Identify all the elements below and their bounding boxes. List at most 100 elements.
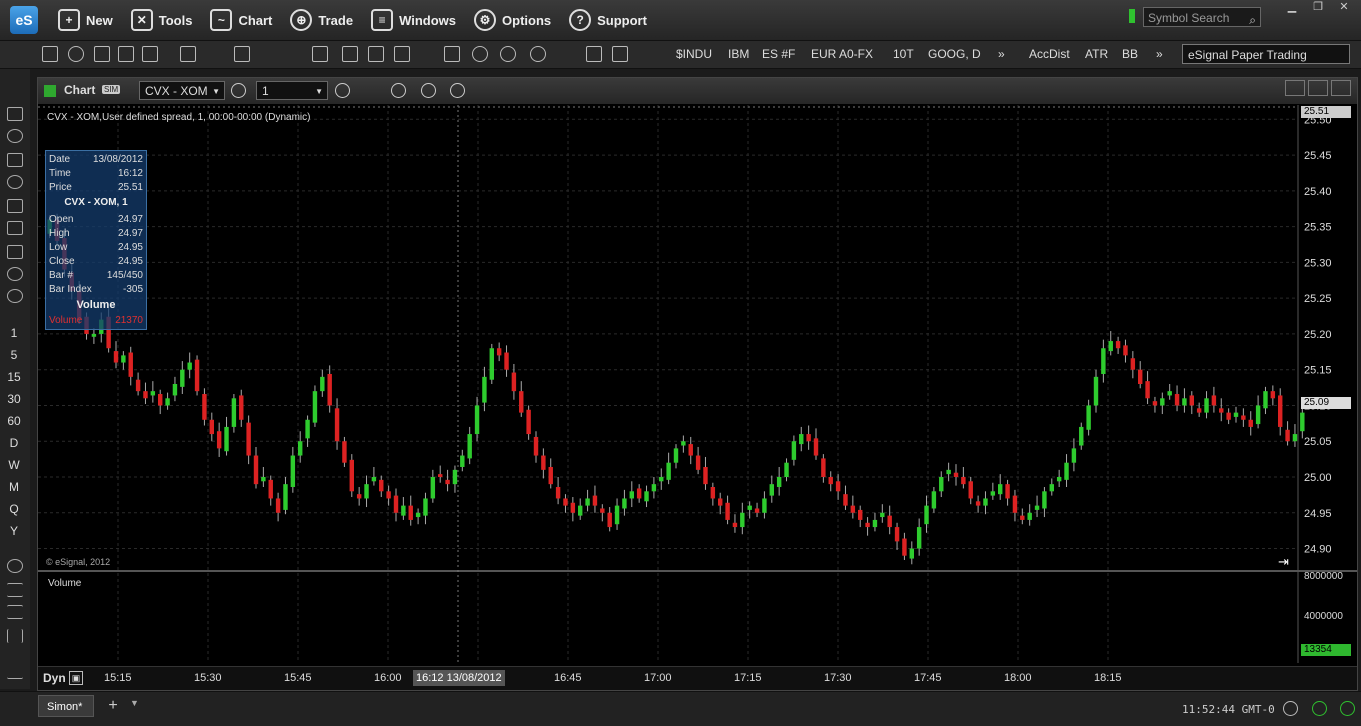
layout-icon[interactable] (180, 46, 196, 62)
alert-icon[interactable] (450, 83, 465, 98)
draw-icon[interactable] (16, 46, 32, 62)
add-tab-button[interactable]: + (98, 695, 128, 717)
clock-tool-icon[interactable] (7, 289, 23, 303)
bars-icon[interactable] (7, 629, 23, 643)
lines2-icon[interactable] (7, 605, 23, 619)
gear-tool-icon[interactable] (7, 129, 23, 143)
quote-goog[interactable]: GOOG, D (928, 47, 981, 61)
candle-body (563, 498, 568, 506)
interval-y[interactable]: Y (0, 524, 28, 538)
study-bb[interactable]: BB (1122, 47, 1138, 61)
esignal-logo[interactable]: eS (10, 6, 38, 34)
lines-icon[interactable] (7, 583, 23, 597)
clock-icon[interactable] (1283, 701, 1298, 716)
symbol-select[interactable]: CVX - XOM ▼ (139, 81, 225, 100)
bar-type-icon[interactable] (210, 46, 226, 62)
split-icon[interactable] (530, 46, 546, 62)
minimize-icon[interactable]: ▁ (1281, 0, 1303, 16)
maximize-icon[interactable] (1308, 80, 1328, 96)
dom-icon[interactable] (472, 46, 488, 62)
time-axis[interactable]: Dyn ▣ 15:1515:3015:4516:0016:3016:4517:0… (38, 666, 1357, 690)
interval-d[interactable]: D (0, 436, 28, 450)
interval-w[interactable]: W (0, 458, 28, 472)
stack-icon[interactable] (118, 46, 134, 62)
monitor-icon[interactable] (612, 46, 628, 62)
interval-q[interactable]: Q (0, 502, 28, 516)
chart-description: CVX - XOM,User defined spread, 1, 00:00-… (47, 112, 311, 123)
search-icon[interactable]: ⌕ (1249, 10, 1256, 30)
quote-10t[interactable]: 10T (893, 47, 914, 61)
pencil-icon[interactable] (363, 83, 378, 98)
interval-select[interactable]: 1 ▼ (256, 81, 328, 100)
menu-chart[interactable]: ~ Chart (210, 9, 272, 31)
zoom-icon[interactable] (586, 46, 602, 62)
symbol-gear-icon[interactable] (231, 83, 246, 98)
interval-m[interactable]: M (0, 480, 28, 494)
line-icon[interactable] (260, 46, 276, 62)
search-tool-icon[interactable] (7, 175, 23, 189)
interval-15[interactable]: 15 (0, 370, 28, 384)
connection-icon[interactable] (1312, 701, 1327, 716)
minimize-icon[interactable] (1285, 80, 1305, 96)
page-tab[interactable]: Simon* (38, 695, 94, 717)
maximize-icon[interactable]: ❐ (1307, 0, 1329, 16)
menu-windows[interactable]: ≡ Windows (371, 9, 456, 31)
news-icon[interactable] (342, 46, 358, 62)
play-icon[interactable] (421, 83, 436, 98)
percent-icon[interactable] (418, 46, 434, 62)
study-atr[interactable]: ATR (1085, 47, 1108, 61)
menu-support[interactable]: ? Support (569, 9, 647, 31)
quotes-overflow[interactable]: » (998, 47, 1005, 61)
quote-eur[interactable]: EUR A0-FX (811, 47, 873, 61)
draw-tool-icon[interactable] (7, 83, 23, 97)
settings-tool-icon[interactable] (7, 267, 23, 281)
cursor-icon[interactable] (479, 83, 494, 98)
quote-indu[interactable]: $INDU (676, 47, 712, 61)
interval-5[interactable]: 5 (0, 348, 28, 362)
account-select[interactable]: eSignal Paper Trading (1182, 44, 1350, 64)
symbol-search-input[interactable]: Symbol Search ⌕ (1143, 7, 1261, 27)
data-window[interactable]: Date 13/08/2012 Time 16:12 Price 25.51 CVX … (45, 150, 147, 330)
menu-options[interactable]: ⚙ Options (474, 9, 551, 31)
chart-tool-icon[interactable] (7, 245, 23, 259)
sheet-icon[interactable] (142, 46, 158, 62)
dyn-label[interactable]: Dyn (43, 671, 66, 685)
candle-icon[interactable] (234, 46, 250, 62)
study-icon[interactable] (391, 83, 406, 98)
quote-ibm[interactable]: IBM (728, 47, 749, 61)
dom2-icon[interactable] (500, 46, 516, 62)
scanner-icon[interactable] (444, 46, 460, 62)
scroll-to-end-icon[interactable]: ⇥ (1278, 554, 1289, 570)
chart-type-icon[interactable] (312, 46, 328, 62)
chevron-down-icon[interactable]: ▼ (130, 698, 139, 708)
sheet-tool-icon[interactable] (7, 199, 23, 213)
table-tool-icon[interactable] (7, 107, 23, 121)
close-icon[interactable]: ✕ (1333, 0, 1355, 16)
quote-es[interactable]: ES #F (762, 47, 795, 61)
list-icon[interactable] (94, 46, 110, 62)
area-icon[interactable] (286, 46, 302, 62)
refresh-icon[interactable] (636, 46, 652, 62)
table-icon[interactable] (42, 46, 58, 62)
lock-icon[interactable]: ▣ (69, 671, 83, 685)
menu-new[interactable]: + New (58, 9, 113, 31)
interval-1[interactable]: 1 (0, 326, 28, 340)
close-icon[interactable] (1331, 80, 1351, 96)
menu-trade[interactable]: ⊕ Trade (290, 9, 353, 31)
interval-60[interactable]: 60 (0, 414, 28, 428)
interval-30[interactable]: 30 (0, 392, 28, 406)
studies-overflow[interactable]: » (1156, 47, 1163, 61)
target-icon[interactable] (7, 559, 23, 573)
power-icon[interactable] (1340, 701, 1355, 716)
search-icon[interactable] (68, 46, 84, 62)
clock-icon[interactable] (335, 83, 350, 98)
ruler-icon[interactable] (7, 665, 23, 679)
binoculars-icon[interactable] (394, 46, 410, 62)
doc-tool-icon[interactable] (7, 221, 23, 235)
bowtie-icon[interactable] (556, 46, 572, 62)
sheet2-icon[interactable] (368, 46, 384, 62)
list-tool-icon[interactable] (7, 153, 23, 167)
menu-tools[interactable]: ✕ Tools (130, 9, 192, 31)
study-accdist[interactable]: AccDist (1029, 47, 1070, 61)
price-chart[interactable]: 25.5025.4525.4025.3525.3025.2525.2025.15… (38, 105, 1357, 666)
